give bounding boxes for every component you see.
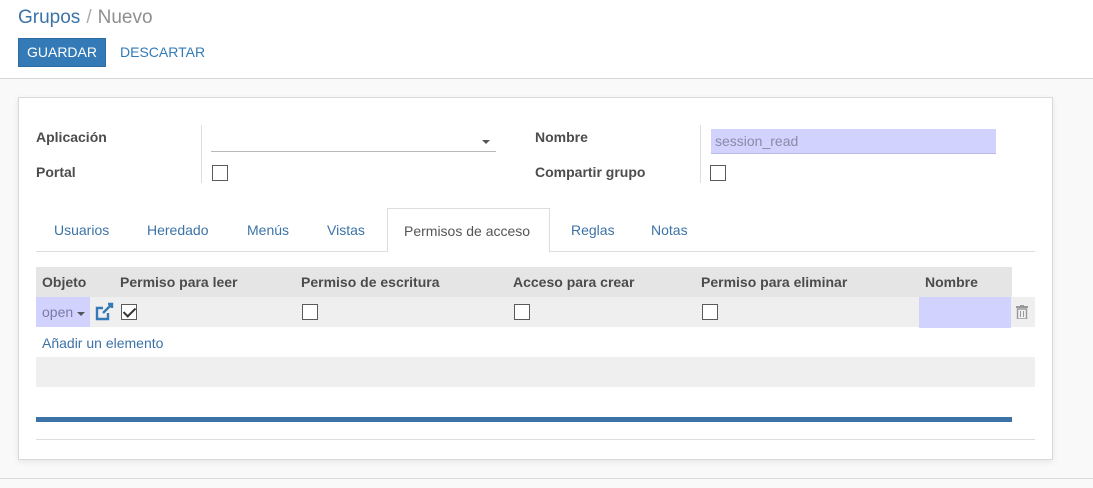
portal-checkbox[interactable] bbox=[212, 165, 228, 181]
share-group-checkbox[interactable] bbox=[710, 165, 726, 181]
form-sheet: Aplicación Portal Nombre Compartir grupo… bbox=[18, 97, 1053, 460]
object-select[interactable]: open bbox=[36, 297, 90, 327]
column-header-write[interactable]: Permiso de escritura bbox=[301, 267, 440, 297]
breadcrumb-separator: / bbox=[86, 7, 92, 28]
chevron-down-icon bbox=[77, 312, 85, 316]
save-button[interactable]: GUARDAR bbox=[18, 38, 106, 67]
chevron-down-icon bbox=[482, 140, 490, 144]
column-header-delete[interactable]: Permiso para eliminar bbox=[701, 267, 847, 297]
external-link-icon[interactable] bbox=[93, 301, 115, 323]
trash-icon[interactable] bbox=[1016, 305, 1028, 319]
read-permission-checkbox[interactable] bbox=[121, 304, 137, 320]
delete-permission-checkbox[interactable] bbox=[702, 304, 718, 320]
page-divider bbox=[0, 478, 1093, 479]
tab-access-rights[interactable]: Permisos de acceso bbox=[387, 208, 550, 253]
horizontal-scrollbar[interactable] bbox=[36, 417, 1012, 422]
column-header-read[interactable]: Permiso para leer bbox=[120, 267, 238, 297]
empty-table-row bbox=[36, 357, 1035, 387]
name-label: Nombre bbox=[535, 129, 588, 145]
tab-rules[interactable]: Reglas bbox=[571, 208, 615, 252]
table-row[interactable]: open bbox=[36, 297, 1035, 328]
label-separator bbox=[700, 125, 701, 183]
breadcrumb: Grupos / Nuevo bbox=[18, 7, 153, 29]
write-permission-checkbox[interactable] bbox=[302, 304, 318, 320]
tab-users[interactable]: Usuarios bbox=[54, 208, 109, 252]
breadcrumb-current: Nuevo bbox=[97, 7, 153, 28]
column-header-object[interactable]: Objeto bbox=[42, 267, 86, 297]
row-name-input[interactable] bbox=[919, 297, 1011, 328]
tab-notes[interactable]: Notas bbox=[651, 208, 688, 252]
discard-button[interactable]: DESCARTAR bbox=[120, 38, 205, 67]
column-header-create[interactable]: Acceso para crear bbox=[513, 267, 634, 297]
create-permission-checkbox[interactable] bbox=[514, 304, 530, 320]
application-select-value bbox=[211, 130, 215, 146]
label-separator bbox=[201, 125, 202, 183]
tab-inherited[interactable]: Heredado bbox=[147, 208, 209, 252]
object-select-value: open bbox=[42, 304, 74, 320]
add-line-link[interactable]: Añadir un elemento bbox=[42, 335, 163, 351]
application-select[interactable] bbox=[211, 125, 496, 152]
tab-menus[interactable]: Menús bbox=[247, 208, 289, 252]
control-panel: Grupos / Nuevo GUARDAR DESCARTAR bbox=[0, 0, 1093, 79]
name-input[interactable] bbox=[711, 129, 996, 154]
column-header-name[interactable]: Nombre bbox=[925, 267, 978, 297]
application-label: Aplicación bbox=[36, 129, 107, 145]
portal-label: Portal bbox=[36, 164, 76, 180]
table-header: Objeto Permiso para leer Permiso de escr… bbox=[36, 267, 1012, 297]
tab-views[interactable]: Vistas bbox=[327, 208, 365, 252]
table-footer bbox=[36, 439, 1035, 440]
notebook-tabs: Usuarios Heredado Menús Vistas Permisos … bbox=[36, 208, 1035, 253]
share-group-label: Compartir grupo bbox=[535, 164, 646, 180]
breadcrumb-parent-link[interactable]: Grupos bbox=[18, 7, 80, 28]
